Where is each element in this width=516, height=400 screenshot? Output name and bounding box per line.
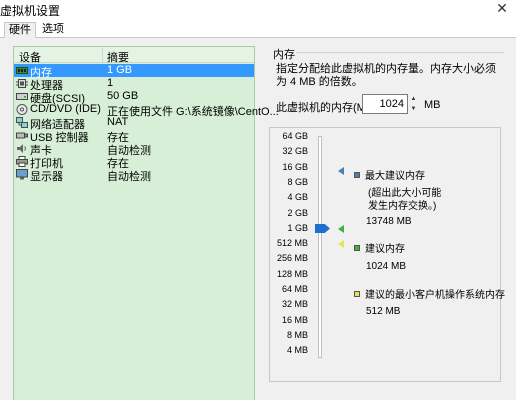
min-recommended-title: 建议的最小客户机操作系统内存	[365, 290, 505, 301]
memory-field-label: 此虚拟机的内存(M):	[276, 102, 373, 114]
memory-slider-track[interactable]	[318, 136, 322, 358]
sound-card-icon	[17, 144, 26, 153]
close-icon[interactable]: ✕	[494, 0, 510, 16]
device-name: CD/DVD (IDE)	[30, 103, 101, 115]
device-list: 设备 摘要 内存 1 GB 处理器 1 硬盘(SCSI) 50 GB CD/DV…	[13, 46, 279, 400]
device-row-cpu[interactable]: 处理器 1	[14, 77, 254, 92]
spin-up-icon[interactable]: ▲	[409, 94, 418, 104]
memory-spinner[interactable]: ▲ ▼	[409, 94, 418, 114]
display-icon	[16, 169, 28, 180]
max-recommended-marker-icon	[338, 167, 344, 175]
usb-controller-icon	[16, 132, 28, 139]
device-summary: 50 GB	[107, 90, 139, 102]
scale-tick-label: 1 GB	[287, 222, 308, 233]
recommended-value: 1024 MB	[366, 261, 407, 272]
device-summary: 1 GB	[107, 64, 133, 76]
recommended-marker-icon	[338, 225, 344, 233]
scale-tick-label: 32 GB	[282, 146, 308, 157]
device-summary: 自动检测	[107, 171, 151, 183]
max-recommended-note: (超出此大小可能发生内存交换。)	[368, 188, 442, 212]
window-title: 虚拟机设置	[0, 4, 61, 18]
group-divider	[296, 52, 504, 53]
min-recommended-value: 512 MB	[366, 306, 401, 317]
memory-unit-label: MB	[424, 99, 441, 111]
column-divider[interactable]	[102, 48, 103, 62]
scale-tick-label: 2 GB	[287, 207, 308, 218]
recommended-title: 建议内存	[365, 244, 405, 255]
printer-icon	[16, 156, 28, 167]
scale-tick-label: 8 GB	[287, 176, 308, 187]
hard-disk-icon	[16, 93, 28, 100]
max-recommended-title: 最大建议内存	[365, 171, 425, 182]
tab-options[interactable]: 选项	[38, 22, 68, 38]
scale-tick-label: 64 GB	[282, 131, 308, 141]
scale-tick-label: 32 MB	[281, 299, 308, 310]
spin-down-icon[interactable]: ▼	[409, 104, 418, 114]
min-recommended-legend-icon	[354, 291, 360, 297]
device-row-usb-controller[interactable]: USB 控制器 存在	[14, 129, 254, 144]
memory-size-input[interactable]: 1024	[362, 94, 408, 114]
min-recommended-marker-icon	[338, 240, 344, 248]
scale-tick-label: 4 GB	[287, 192, 308, 203]
memory-icon	[16, 67, 28, 74]
memory-group-title: 内存	[273, 49, 295, 61]
max-recommended-value: 13748 MB	[366, 216, 412, 227]
column-header-summary[interactable]: 摘要	[107, 49, 129, 65]
scale-tick-label: 64 MB	[281, 284, 308, 294]
device-row-printer[interactable]: 打印机 存在	[14, 155, 254, 170]
scale-tick-label: 128 MB	[276, 268, 308, 279]
scale-tick-label: 4 MB	[286, 345, 308, 356]
device-row-memory[interactable]: 内存 1 GB	[14, 64, 254, 79]
scale-tick-label: 16 MB	[281, 314, 308, 325]
title-bar: 虚拟机设置 ✕	[0, 0, 516, 20]
tab-divider	[0, 37, 516, 38]
device-row-sound-card[interactable]: 声卡 自动检测	[14, 142, 254, 157]
tab-hardware[interactable]: 硬件	[4, 22, 36, 38]
vm-settings-window: 虚拟机设置 ✕ 硬件 选项 设备 摘要 内存 1 GB 处理器 1 硬盘(SCS…	[0, 0, 516, 400]
device-row-network-adapter[interactable]: 网络适配器 NAT	[14, 116, 254, 131]
device-row-display[interactable]: 显示器 自动检测	[14, 168, 254, 183]
memory-description: 指定分配给此虚拟机的内存量。内存大小必须为 4 MB 的倍数。	[276, 63, 496, 88]
max-recommended-legend-icon	[354, 172, 360, 178]
device-row-cd-dvd[interactable]: CD/DVD (IDE) 正在使用文件 G:\系统镜像\CentO...	[14, 103, 279, 118]
scale-tick-label: 8 MB	[286, 329, 308, 340]
scale-tick-label: 16 GB	[282, 161, 308, 172]
device-row-hard-disk[interactable]: 硬盘(SCSI) 50 GB	[14, 90, 254, 105]
scale-tick-label: 512 MB	[276, 238, 308, 249]
device-summary: NAT	[107, 116, 129, 128]
tab-bar: 硬件 选项	[0, 20, 516, 38]
device-list-header: 设备 摘要	[14, 47, 254, 65]
recommended-legend-icon	[354, 245, 360, 251]
cd-dvd-icon	[16, 104, 28, 115]
device-summary: 1	[107, 77, 114, 89]
device-name: 显示器	[30, 171, 63, 183]
cpu-icon	[16, 79, 28, 88]
network-adapter-icon	[16, 117, 28, 128]
column-header-device[interactable]: 设备	[19, 49, 41, 65]
scale-tick-label: 256 MB	[276, 253, 308, 264]
